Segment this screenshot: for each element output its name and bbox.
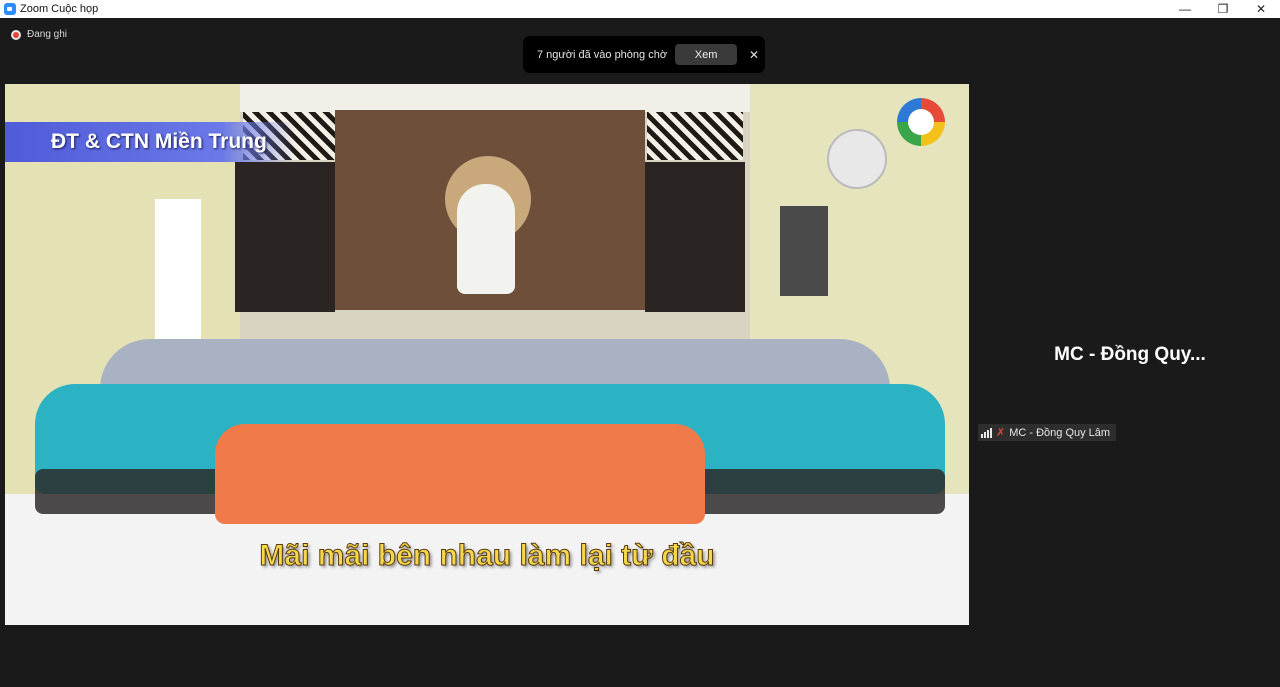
minimize-button[interactable]: — [1166, 0, 1204, 18]
video-door [780, 206, 828, 296]
record-icon [11, 29, 21, 40]
waiting-room-message: 7 người đã vào phòng chờ [537, 48, 668, 61]
window-titlebar: Zoom Cuộc họp — ❐ ✕ [0, 0, 1280, 18]
view-waiting-room-button[interactable]: Xem [675, 44, 738, 65]
video-caption: Mãi mãi bên nhau làm lại từ đầu [5, 539, 969, 573]
zoom-app-icon [4, 3, 16, 15]
restore-button[interactable]: ❐ [1204, 0, 1242, 18]
banner-text: ĐT & CTN Miền Trung [51, 130, 267, 153]
shared-video[interactable]: ĐT & CTN Miền Trung Mãi mãi bên nhau làm… [5, 84, 969, 625]
caption-text: Mãi mãi bên nhau làm lại từ đầu [259, 539, 715, 573]
organization-logo-icon [897, 98, 945, 146]
video-lattice-right [647, 112, 743, 160]
participant-tag-name: MC - Đồng Quy Lâm [1009, 426, 1111, 439]
mic-muted-icon: ✗ [996, 427, 1006, 439]
waiting-room-notification: 7 người đã vào phòng chờ Xem ✕ [523, 36, 765, 73]
close-window-button[interactable]: ✕ [1242, 0, 1280, 18]
video-fan [827, 129, 887, 189]
window-title: Zoom Cuộc họp [20, 3, 99, 15]
signal-strength-icon [981, 427, 993, 438]
video-window [155, 199, 201, 339]
recording-label: Đang ghi [27, 29, 68, 40]
video-panel-right [645, 162, 745, 312]
participant-display-name[interactable]: MC - Đồng Quy... [990, 344, 1270, 366]
video-panel-left [235, 162, 335, 312]
window-controls: — ❐ ✕ [1166, 0, 1280, 18]
close-icon[interactable]: ✕ [749, 48, 759, 62]
video-crowd-front-row [215, 424, 705, 524]
video-banner: ĐT & CTN Miền Trung [5, 122, 295, 162]
recording-indicator[interactable]: Đang ghi [11, 29, 67, 40]
participant-name-tag: ✗ MC - Đồng Quy Lâm [978, 424, 1117, 441]
video-statue [457, 184, 515, 294]
